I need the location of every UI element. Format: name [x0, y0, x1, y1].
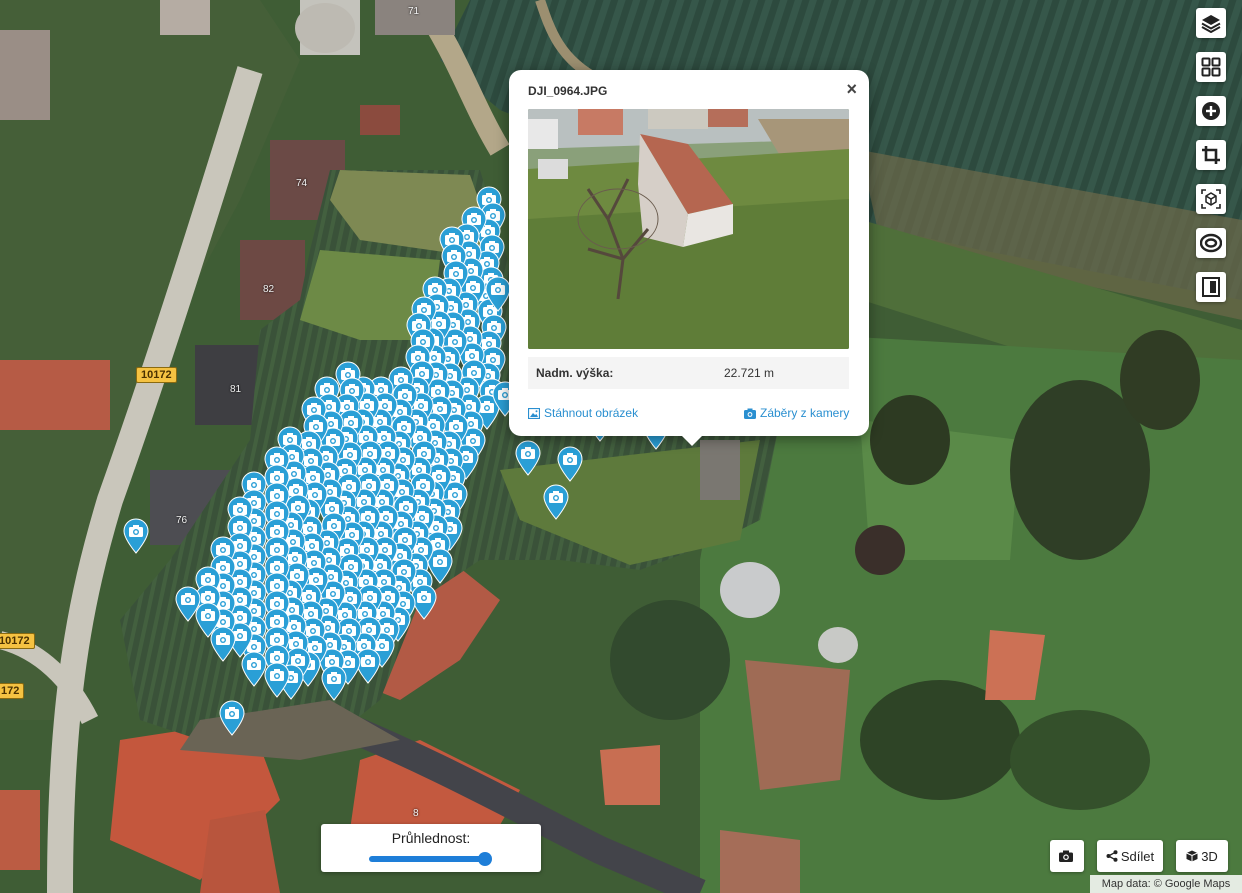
cube-icon [1186, 850, 1198, 862]
camera-shots-link[interactable]: Záběry z kamery [744, 406, 849, 420]
3d-model-button[interactable] [1196, 184, 1226, 214]
altitude-label: Nadm. výška: [536, 366, 614, 380]
grid-icon [1201, 57, 1221, 77]
photo-marker[interactable] [484, 276, 512, 312]
contour-button[interactable] [1196, 228, 1226, 258]
screenshot-button[interactable] [1050, 840, 1084, 872]
camera-icon [744, 408, 756, 419]
share-label: Sdílet [1120, 848, 1155, 864]
camera-pin-icon [515, 440, 541, 476]
camera-pin-icon [543, 484, 569, 520]
add-button[interactable] [1196, 96, 1226, 126]
opacity-slider-track[interactable] [369, 856, 491, 862]
photo-marker[interactable] [320, 665, 348, 701]
altitude-row: Nadm. výška: 22.721 m [528, 357, 849, 389]
crop-icon [1202, 146, 1220, 164]
popup-filename: DJI_0964.JPG [528, 84, 608, 98]
layers-icon [1201, 15, 1221, 33]
opacity-label: Průhlednost: [391, 830, 471, 846]
opacity-panel: Průhlednost: [321, 824, 541, 872]
image-icon [528, 407, 540, 419]
film-strip-button[interactable] [1196, 272, 1226, 302]
camera-pin-icon [123, 518, 149, 554]
photo-marker[interactable] [556, 446, 584, 482]
photo-marker[interactable] [542, 484, 570, 520]
share-button[interactable]: Sdílet [1097, 840, 1163, 872]
camera-icon [1058, 850, 1073, 862]
download-image-label: Stáhnout obrázek [544, 406, 639, 420]
map-attribution: Map data: © Google Maps [1090, 875, 1242, 893]
photo-marker[interactable] [514, 440, 542, 476]
popup-pointer [681, 435, 703, 446]
photo-popup: DJI_0964.JPG × Nadm. výška: 22.721 m Stá… [509, 70, 869, 446]
camera-shots-label: Záběry z kamery [760, 406, 850, 420]
camera-pin-icon [485, 276, 511, 312]
film-icon [1202, 277, 1220, 297]
share-icon [1106, 850, 1118, 862]
drone-photo-preview[interactable] [528, 109, 849, 349]
crop-button[interactable] [1196, 140, 1226, 170]
camera-pin-icon [321, 665, 347, 701]
download-image-link[interactable]: Stáhnout obrázek [528, 406, 638, 420]
photo-marker[interactable] [122, 518, 150, 554]
grid-view-button[interactable] [1196, 52, 1226, 82]
drone-photo-image [528, 109, 849, 349]
3d-box-icon [1201, 189, 1221, 209]
altitude-value: 22.721 m [724, 366, 775, 380]
photo-marker[interactable] [218, 700, 246, 736]
camera-pin-icon [557, 446, 583, 482]
view-3d-label: 3D [1201, 848, 1218, 864]
photo-marker[interactable] [174, 586, 202, 622]
ellipse-icon [1200, 233, 1222, 253]
layers-button[interactable] [1196, 8, 1226, 38]
opacity-slider-thumb[interactable] [477, 852, 492, 866]
plus-circle-icon [1202, 102, 1220, 120]
camera-pin-icon [219, 700, 245, 736]
camera-pin-icon [175, 586, 201, 622]
close-icon[interactable]: × [846, 80, 857, 98]
view-3d-button[interactable]: 3D [1176, 840, 1228, 872]
